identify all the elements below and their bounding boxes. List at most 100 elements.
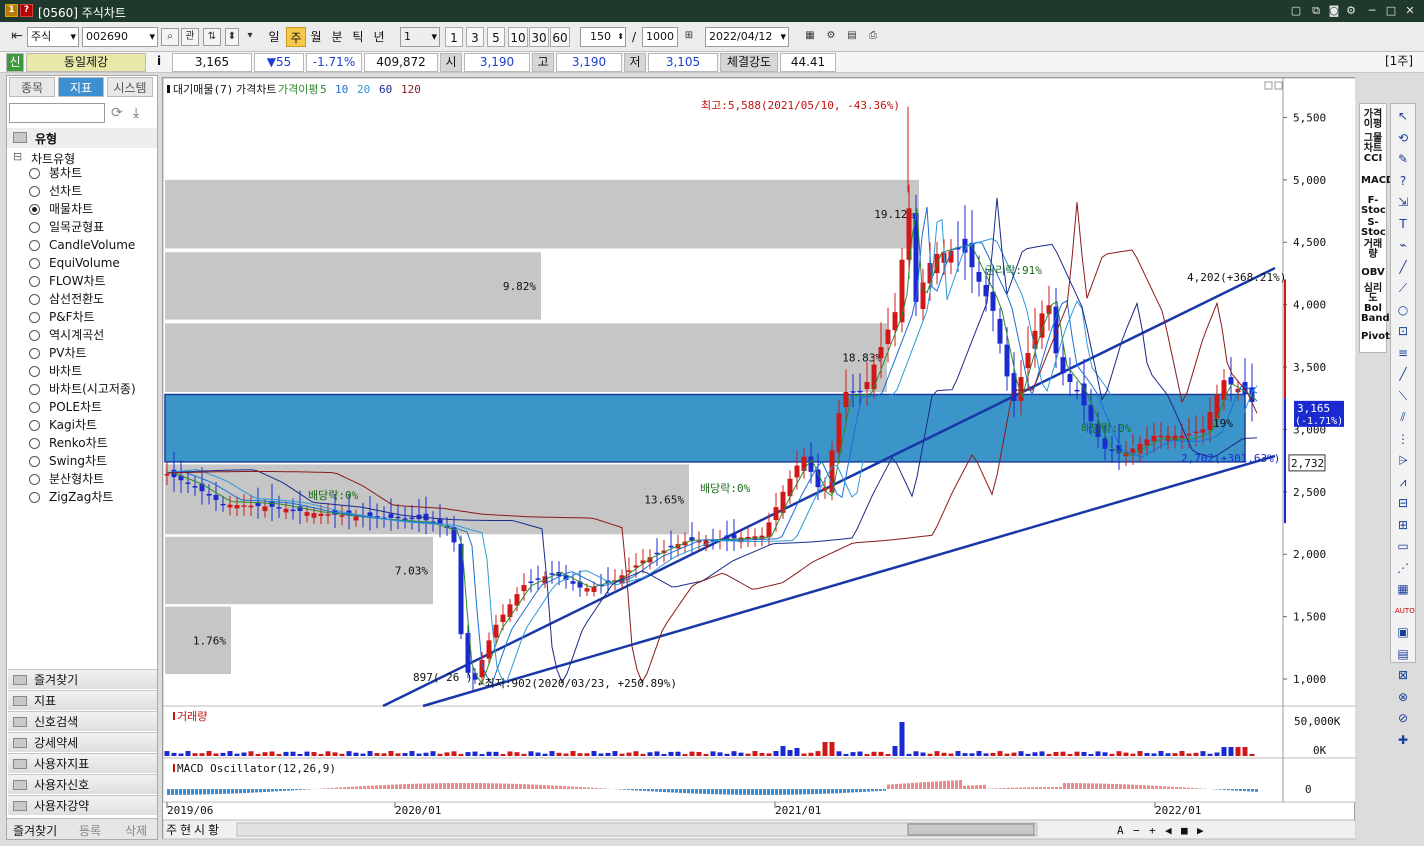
folder-item[interactable]: 사용자신호 [8,774,157,794]
copy-icon[interactable]: ⧉ [1308,3,1324,19]
indicator-shortcut[interactable]: 가격이평 [1361,110,1385,130]
relation-button[interactable]: 관 [181,28,199,46]
download-icon[interactable]: ⤓ [133,105,139,121]
folder-item[interactable]: 강세약세 [8,732,157,752]
bottom-tab[interactable]: 현 [180,823,191,837]
updown-icon[interactable]: ⬍ [225,28,239,46]
drawing-tool-icon[interactable]: ⟍ [1395,388,1411,404]
drawing-tool-icon[interactable]: ⊞ [1395,517,1411,533]
interval-5[interactable]: 5 [487,27,505,47]
period-minute[interactable]: 분 [327,27,347,47]
indicator-shortcut[interactable]: S-Stoc [1361,218,1386,238]
bottom-tool-button[interactable]: + [1149,824,1156,837]
sort-icon[interactable]: ⇅ [203,28,221,46]
drawing-tool-icon[interactable]: ╱ [1395,259,1411,275]
drawing-tool-icon[interactable]: ⟋ [1395,280,1411,296]
indicator-shortcut[interactable]: Pivot [1361,332,1390,342]
tree-root[interactable]: ⊟ 차트유형 [13,149,153,166]
gear-icon[interactable]: ⚙ [1343,3,1359,19]
drawing-tool-icon[interactable]: ✚ [1395,732,1411,748]
drawing-tool-icon[interactable]: ⌁ [1395,237,1411,253]
tab-system[interactable]: 시스템 [107,77,153,97]
bottom-tool-button[interactable]: ▶ [1197,824,1204,837]
bottom-tab[interactable]: 황 [208,823,219,837]
new-window-icon[interactable]: ▢ [1288,3,1304,19]
chart-settings-icon[interactable]: ▦ [801,28,819,46]
maximize-icon[interactable]: □ [1383,3,1399,19]
register-button[interactable]: 등록 [79,822,101,839]
search-icon[interactable]: ⌕ [161,28,179,46]
max-count-input[interactable]: 1000 [642,27,678,47]
type-header[interactable]: 유형 [7,128,157,148]
indicator-search-input[interactable] [9,103,105,123]
interval-10[interactable]: 10 [508,27,528,47]
folder-item[interactable]: 지표 [8,690,157,710]
indicator-shortcut[interactable]: F-Stoc [1361,196,1386,216]
bottom-tab[interactable]: 주 [166,823,177,837]
drawing-tool-icon[interactable]: ▭ [1395,538,1411,554]
drawing-tool-icon[interactable]: AUTO [1395,603,1415,619]
indicator-shortcut[interactable]: 심리도 [1361,284,1385,304]
period-month[interactable]: 월 [306,27,326,47]
bottom-tool-button[interactable]: A [1117,824,1124,837]
chart-canvas[interactable]: 19.12%9.82%18.83%13.65%7.03%1.76%5,5005,… [163,78,1356,840]
drawing-tool-icon[interactable]: ⋰ [1395,560,1411,576]
dropdown-icon[interactable]: ▾ [241,28,259,46]
code-input[interactable]: 002690 ▾ [82,27,158,47]
market-select[interactable]: 주식 ▾ [27,27,79,47]
period-day[interactable]: 일 [264,27,284,47]
indicator-shortcut[interactable]: CCI [1361,154,1385,164]
delete-button[interactable]: 삭제 [125,822,147,839]
help-icon[interactable]: ? [20,4,33,17]
interval-select[interactable]: 1 ▾ [400,27,440,47]
close-icon[interactable]: ✕ [1402,3,1418,19]
indicator-shortcut[interactable]: 거래량 [1361,240,1385,260]
indicator-shortcut[interactable]: Bol Band [1361,304,1390,324]
period-week[interactable]: 주 [286,27,306,47]
drawing-tool-icon[interactable]: T [1395,216,1411,232]
interval-3[interactable]: 3 [466,27,484,47]
drawing-tool-icon[interactable]: ╱ [1395,366,1411,382]
drawing-tool-icon[interactable]: ⫽ [1395,409,1411,425]
bottom-tab[interactable]: 시 [194,823,205,837]
drawing-tool-icon[interactable]: ⊘ [1395,710,1411,726]
drawing-tool-icon[interactable]: ▣ [1395,624,1411,640]
drawing-tool-icon[interactable]: ? [1395,173,1411,189]
favorites-footer[interactable]: 즐겨찾기 [13,822,57,839]
print-icon[interactable]: ⎙ [864,28,882,46]
minimize-icon[interactable]: ─ [1364,3,1380,19]
drawing-tool-icon[interactable]: ⇲ [1395,194,1411,210]
window-badge[interactable]: 1 [5,4,18,17]
drawing-tool-icon[interactable]: ✎ [1395,151,1411,167]
drawing-tool-icon[interactable]: ▤ [1395,646,1411,662]
drawing-tool-icon[interactable]: ⩥ [1395,452,1411,468]
drawing-tool-icon[interactable]: ○ [1395,302,1411,318]
folder-item[interactable]: 사용자지표 [8,753,157,773]
interval-1[interactable]: 1 [445,27,463,47]
interval-60[interactable]: 60 [550,27,570,47]
save-icon[interactable]: ▤ [843,28,861,46]
drawing-tool-icon[interactable]: ⊡ [1395,323,1411,339]
zoom-icon[interactable]: ⊞ [680,28,698,46]
scroll-thumb[interactable] [907,823,1035,836]
drawing-tool-icon[interactable]: ↖ [1395,108,1411,124]
bottom-tool-button[interactable]: − [1133,824,1140,837]
gear-icon[interactable]: ⚙ [822,28,840,46]
count-input[interactable]: 150 ⬍ [580,27,626,47]
bottom-tool-button[interactable]: ■ [1181,824,1188,837]
date-input[interactable]: 2022/04/12 ▾ [705,27,789,47]
period-year[interactable]: 년 [369,27,389,47]
indicator-shortcut[interactable]: OBV [1361,268,1385,278]
drawing-tool-icon[interactable]: ⟲ [1395,130,1411,146]
interval-30[interactable]: 30 [529,27,549,47]
drawing-tool-icon[interactable]: ⩘ [1395,474,1411,490]
folder-item[interactable]: 신호검색 [8,711,157,731]
folder-item[interactable]: 즐겨찾기 [8,669,157,689]
drawing-tool-icon[interactable]: ⊠ [1395,667,1411,683]
period-tick[interactable]: 틱 [348,27,368,47]
chart-area[interactable]: 19.12% 9.82% 18.83% 13.65% 7.03% 1.76% 5,500 5,… [162,77,1356,840]
folder-item[interactable]: 사용자강약 [8,795,157,815]
info-icon[interactable]: i [150,53,168,72]
drawing-tool-icon[interactable]: ⋮ [1395,431,1411,447]
indicator-shortcut[interactable]: 그물차트 [1361,134,1385,154]
